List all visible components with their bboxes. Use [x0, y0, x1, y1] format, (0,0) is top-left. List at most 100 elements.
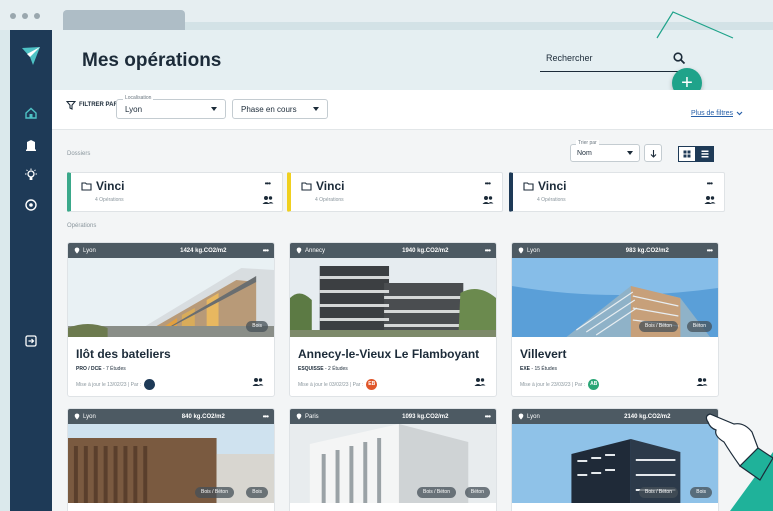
- card-co2: 1940 kg.CO2/m2: [402, 247, 449, 254]
- avatar[interactable]: [144, 379, 156, 390]
- card-location-text: Lyon: [83, 413, 96, 420]
- chevron-down-icon: [211, 107, 217, 111]
- search-icon[interactable]: [672, 51, 686, 65]
- members-icon[interactable]: [252, 377, 264, 387]
- more-icon[interactable]: •••: [263, 246, 269, 255]
- sidebar-item-buildings[interactable]: [18, 134, 44, 156]
- location-pin-icon: [74, 413, 80, 420]
- members-icon[interactable]: [474, 377, 486, 387]
- folder-name-text: Vinci: [538, 179, 567, 193]
- card-phase: PRO / DCE - 7 Études: [76, 366, 126, 372]
- building-photo: [290, 258, 496, 337]
- view-toggle: [678, 146, 714, 162]
- more-icon[interactable]: •••: [485, 246, 491, 255]
- card-image: Bois / Béton Bois: [512, 424, 718, 503]
- card-location: Annecy: [296, 247, 366, 254]
- members-icon[interactable]: [704, 195, 716, 205]
- grid-icon: [683, 150, 691, 158]
- sidebar-item-ideas[interactable]: [18, 164, 44, 186]
- material-tag: Béton: [464, 487, 490, 498]
- card-location: Lyon: [74, 247, 144, 254]
- location-pin-icon: [74, 247, 80, 254]
- folder-count: 4 Opérations: [537, 197, 566, 203]
- sidebar-item-settings[interactable]: [18, 194, 44, 216]
- card-phase-name: EXE: [520, 366, 531, 372]
- folder-card[interactable]: Vinci 4 Opérations •••: [287, 172, 503, 212]
- list-view-button[interactable]: [696, 146, 714, 162]
- building-photo: [512, 424, 718, 503]
- operation-card[interactable]: Lyon 1424 kg.CO2/m2 ••• Bois Ilôt des ba…: [67, 242, 275, 397]
- more-icon[interactable]: •••: [263, 412, 269, 421]
- card-co2: 2140 kg.CO2/m2: [624, 413, 671, 420]
- card-image: Bois: [68, 258, 274, 337]
- members-icon[interactable]: [262, 195, 274, 205]
- hand-illustration: [705, 413, 773, 511]
- page-title: Mes opérations: [82, 50, 222, 71]
- filter-label: FILTRER PAR :: [66, 100, 121, 110]
- material-tag: Bois: [246, 487, 268, 498]
- material-tag: Bois / Béton: [195, 487, 234, 498]
- search-input[interactable]: [540, 46, 660, 70]
- card-location: Lyon: [518, 247, 588, 254]
- members-icon[interactable]: [482, 195, 494, 205]
- location-select[interactable]: Localisation Lyon: [116, 95, 226, 119]
- more-icon[interactable]: •••: [485, 179, 491, 188]
- card-co2: 1424 kg.CO2/m2: [180, 247, 227, 254]
- operation-card[interactable]: Annecy 1940 kg.CO2/m2 ••• Annecy-le-Vieu…: [289, 242, 497, 397]
- more-icon[interactable]: •••: [707, 246, 713, 255]
- avatar[interactable]: EB: [366, 379, 378, 390]
- material-tag: Bois / Béton: [417, 487, 456, 498]
- card-image: Bois / Béton Béton: [290, 424, 496, 503]
- folder-card[interactable]: Vinci 4 Opérations •••: [67, 172, 283, 212]
- chevron-down-icon: [627, 151, 633, 155]
- more-icon[interactable]: •••: [265, 179, 271, 188]
- decorative-line: [656, 11, 734, 39]
- card-phase: EXE - 15 Études: [520, 366, 557, 372]
- operation-card[interactable]: Lyon 840 kg.CO2/m2 ••• Bois / Béton Bois: [67, 408, 275, 511]
- app-window: Mes opérations + FILTRER PAR : Localisat…: [10, 30, 773, 511]
- card-header: Paris 1093 kg.CO2/m2 •••: [290, 409, 496, 424]
- card-title: Villevert: [520, 347, 567, 361]
- browser-tab[interactable]: [63, 10, 185, 30]
- card-co2: 983 kg.CO2/m2: [625, 247, 669, 254]
- arrow-down-icon: [650, 149, 656, 158]
- location-select-label: Localisation: [123, 95, 154, 101]
- logo-icon[interactable]: [19, 44, 43, 68]
- window-dot[interactable]: [10, 13, 16, 19]
- grid-view-button[interactable]: [678, 146, 696, 162]
- operation-card[interactable]: Lyon 2140 kg.CO2/m2 ••• Bois / Béton Boi…: [511, 408, 719, 511]
- operation-card[interactable]: Paris 1093 kg.CO2/m2 ••• Bois / Béton Bé…: [289, 408, 497, 511]
- card-location-text: Lyon: [527, 247, 540, 254]
- card-updated-text: Mise à jour le 13/02/23 | Par :: [76, 381, 142, 388]
- building-photo: [68, 258, 274, 337]
- more-icon[interactable]: •••: [485, 412, 491, 421]
- folder-card[interactable]: Vinci 4 Opérations •••: [509, 172, 725, 212]
- search-box: [540, 46, 688, 72]
- card-image: [290, 258, 496, 337]
- card-title: Annecy-le-Vieux Le Flamboyant: [298, 347, 480, 361]
- sort-select[interactable]: Trier par Nom: [570, 140, 640, 162]
- more-icon[interactable]: •••: [707, 179, 713, 188]
- bulb-icon: [25, 168, 37, 180]
- chevron-down-icon: [736, 111, 743, 116]
- members-icon[interactable]: [696, 377, 708, 387]
- list-icon: [701, 150, 709, 158]
- card-location: Paris: [296, 413, 366, 420]
- phase-select[interactable]: Phase en cours: [232, 99, 328, 119]
- card-updated: Mise à jour le 13/02/23 | Par :: [76, 379, 156, 390]
- folder-name-text: Vinci: [96, 179, 125, 193]
- card-co2: 840 kg.CO2/m2: [181, 413, 225, 420]
- building-icon: [26, 140, 36, 151]
- sidebar-item-logout[interactable]: [18, 330, 44, 352]
- sort-direction-button[interactable]: [644, 144, 662, 162]
- window-dot[interactable]: [22, 13, 28, 19]
- card-location-text: Lyon: [527, 413, 540, 420]
- card-phase: ESQUISSE - 2 Études: [298, 366, 348, 372]
- operation-card[interactable]: Lyon 983 kg.CO2/m2 ••• Bois / Béton Béto…: [511, 242, 719, 397]
- card-updated: Mise à jour le 03/02/23 | Par : EB: [298, 379, 378, 390]
- window-controls: [10, 13, 40, 19]
- avatar[interactable]: AB: [588, 379, 600, 390]
- more-filters-link[interactable]: Plus de filtres: [691, 110, 743, 117]
- window-dot[interactable]: [34, 13, 40, 19]
- sidebar-item-home[interactable]: [18, 102, 44, 124]
